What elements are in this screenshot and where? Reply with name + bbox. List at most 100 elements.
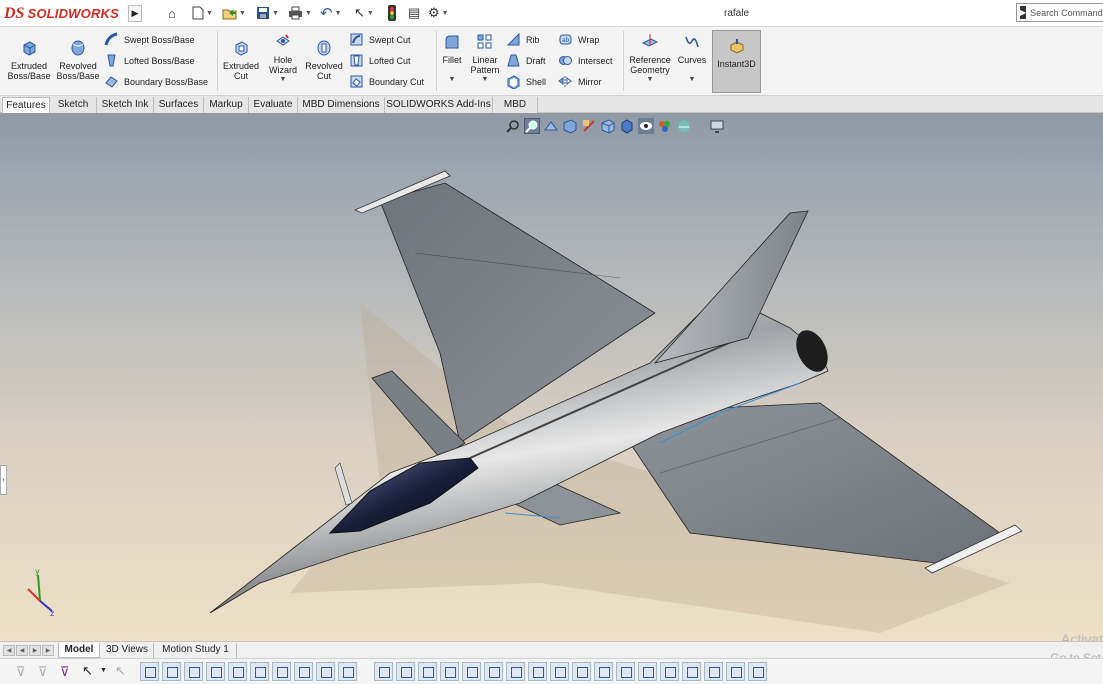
filter-sketch-points-icon[interactable] — [294, 662, 313, 681]
menu-flyout-arrow-icon[interactable]: ▶ — [128, 5, 142, 22]
filter-blocks-icon[interactable] — [594, 662, 613, 681]
curves-dropdown-icon[interactable]: ▼ — [676, 75, 708, 85]
filter-centerline-icon[interactable] — [396, 662, 415, 681]
extruded-boss-icon — [23, 41, 36, 56]
selection-filter-icons — [140, 662, 767, 681]
filter-surface-finish-icon[interactable] — [440, 662, 459, 681]
filter-solid-bodies-icon[interactable] — [228, 662, 247, 681]
filter-routing-points-icon[interactable] — [660, 662, 679, 681]
select-cursor-icon[interactable]: ↖ — [82, 663, 93, 679]
reference-geometry-button[interactable]: Reference Geometry ▼ — [626, 33, 674, 85]
clear-filter-icon[interactable]: ↖ — [115, 663, 126, 679]
draft-icon — [507, 54, 520, 67]
tab-motion-study-1[interactable]: Motion Study 1 — [155, 643, 237, 658]
file-properties-button[interactable]: ▤ — [408, 3, 420, 23]
linear-pattern-dropdown-icon[interactable]: ▼ — [467, 75, 503, 85]
print-button[interactable]: ▼ — [288, 3, 312, 23]
svg-text:y: y — [35, 567, 40, 576]
extruded-cut-button[interactable]: Extruded Cut — [220, 39, 262, 81]
instant3d-button[interactable]: Instant3D — [712, 30, 761, 93]
tab-solidworks-add-ins[interactable]: SOLIDWORKS Add-Ins — [385, 97, 493, 113]
filter-icon[interactable]: ⊽ — [16, 664, 26, 680]
first-tab-arrow-icon[interactable]: ◀ — [3, 645, 15, 656]
filter-toggle-icon[interactable]: ⊽ — [38, 664, 48, 680]
tab-evaluate[interactable]: Evaluate — [249, 97, 298, 113]
filter-notes-icon[interactable] — [484, 662, 503, 681]
select-button[interactable]: ↖ ▼ — [354, 3, 374, 23]
hole-wizard-button[interactable]: Hole Wizard ▼ — [264, 33, 302, 85]
filter-cog-icon[interactable] — [638, 662, 657, 681]
fillet-button[interactable]: Fillet ▼ — [439, 33, 465, 85]
filter-weld-symbols-icon[interactable] — [528, 662, 547, 681]
filter-datum-features-icon[interactable] — [506, 662, 525, 681]
tab-3d-views[interactable]: 3D Views — [101, 643, 154, 658]
lofted-boss-button[interactable]: Lofted Boss/Base — [104, 53, 195, 68]
tab-markup[interactable]: Markup — [204, 97, 249, 113]
open-button[interactable]: ▼ — [222, 3, 246, 23]
revolved-cut-button[interactable]: Revolved Cut — [304, 39, 344, 81]
tab-sketch-ink[interactable]: Sketch Ink — [97, 97, 154, 113]
mirror-button[interactable]: Mirror — [558, 74, 602, 89]
shell-icon — [507, 75, 520, 89]
filter-vertices-icon[interactable] — [140, 662, 159, 681]
draft-button[interactable]: Draft — [506, 53, 546, 68]
filter-balloons-icon[interactable] — [616, 662, 635, 681]
filter-sketch-segments-icon[interactable] — [316, 662, 335, 681]
curves-button[interactable]: Curves ▼ — [676, 33, 708, 85]
save-button[interactable]: ▼ — [256, 3, 279, 23]
filter-faces-icon[interactable] — [184, 662, 203, 681]
filter-geometric-tolerance-icon[interactable] — [462, 662, 481, 681]
hole-wizard-dropdown-icon[interactable]: ▼ — [264, 75, 302, 85]
filter-dimensions-icon[interactable] — [418, 662, 437, 681]
filter-datum-targets-icon[interactable] — [550, 662, 569, 681]
reference-geometry-dropdown-icon[interactable]: ▼ — [626, 75, 674, 85]
tab-model[interactable]: Model — [58, 643, 100, 658]
home-button[interactable]: ⌂ — [168, 3, 176, 23]
fillet-dropdown-icon[interactable]: ▼ — [439, 75, 465, 85]
filter-mesh-fins-icon[interactable] — [726, 662, 745, 681]
tab-features[interactable]: Features — [2, 97, 50, 113]
filter-connection-points-icon[interactable] — [682, 662, 701, 681]
revolved-boss-button[interactable]: Revolved Boss/Base — [54, 39, 102, 81]
filter-edges-icon[interactable] — [162, 662, 181, 681]
filter-planes-icon[interactable] — [272, 662, 291, 681]
new-button[interactable]: ▼ — [192, 3, 213, 23]
lofted-boss-icon — [107, 54, 116, 67]
reference-triad-icon: y z — [27, 567, 54, 617]
extruded-cut-label: Extruded Cut — [222, 61, 260, 81]
graphics-area[interactable]: › y z Activat — [0, 113, 1103, 641]
tab-surfaces[interactable]: Surfaces — [154, 97, 204, 113]
tab-mbd-dimensions[interactable]: MBD Dimensions — [298, 97, 385, 113]
filter-mesh-vertices-icon[interactable] — [748, 662, 767, 681]
wrap-button[interactable]: ab Wrap — [558, 32, 599, 47]
filter-center-marks-icon[interactable] — [374, 662, 393, 681]
select-dropdown-icon[interactable]: ▼ — [100, 667, 107, 674]
linear-pattern-button[interactable]: Linear Pattern ▼ — [467, 33, 503, 85]
intersect-button[interactable]: Intersect — [558, 53, 613, 68]
filter-all-icon[interactable]: ⊽ — [60, 664, 70, 680]
swept-cut-button[interactable]: Swept Cut — [349, 32, 411, 47]
shell-button[interactable]: Shell — [506, 74, 546, 89]
rebuild-button[interactable] — [388, 3, 396, 23]
filter-cosmetic-threads-icon[interactable] — [572, 662, 591, 681]
boundary-boss-button[interactable]: Boundary Boss/Base — [104, 74, 208, 89]
rib-button[interactable]: Rib — [506, 32, 540, 47]
solidworks-logo[interactable]: DS SOLIDWORKS — [4, 2, 124, 25]
extruded-boss-button[interactable]: Extruded Boss/Base — [6, 39, 52, 81]
previous-tab-arrow-icon[interactable]: ◀ — [16, 645, 28, 656]
next-tab-arrow-icon[interactable]: ▶ — [29, 645, 41, 656]
tab-sketch[interactable]: Sketch — [50, 97, 97, 113]
boundary-cut-button[interactable]: Boundary Cut — [349, 74, 424, 89]
last-tab-arrow-icon[interactable]: ▶ — [42, 645, 54, 656]
tab-mbd[interactable]: MBD — [493, 97, 538, 113]
rafale-3d-model[interactable] — [0, 113, 1103, 641]
lofted-cut-button[interactable]: Lofted Cut — [349, 53, 411, 68]
filter-surface-bodies-icon[interactable] — [206, 662, 225, 681]
undo-button[interactable]: ↶ ▼ — [320, 3, 342, 23]
search-commands-box[interactable]: ▶ Search Commands — [1016, 3, 1103, 22]
filter-axes-icon[interactable] — [250, 662, 269, 681]
swept-boss-button[interactable]: Swept Boss/Base — [104, 32, 195, 47]
options-button[interactable]: ⚙ ▼ — [428, 3, 449, 23]
filter-mesh-facets-icon[interactable] — [704, 662, 723, 681]
filter-midpoints-icon[interactable] — [338, 662, 357, 681]
